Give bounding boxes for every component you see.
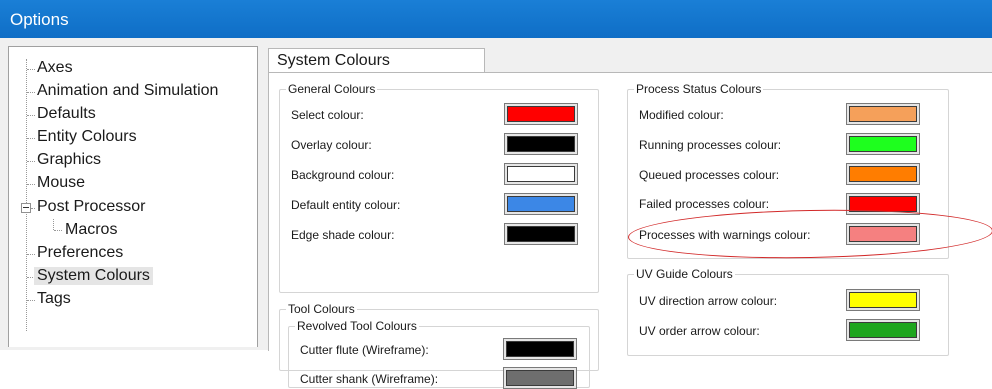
tool-colours-group: Tool Colours Revolved Tool Colours Cutte…: [279, 302, 599, 389]
tree-branch: [27, 92, 35, 93]
tree-item-animation-and-simulation[interactable]: Animation and Simulation: [37, 82, 218, 100]
queued-processes-colour-label: Queued processes colour:: [639, 168, 780, 182]
edge-shade-colour-button[interactable]: [504, 223, 578, 245]
colour-swatch: [506, 341, 574, 357]
tree-branch: [27, 69, 35, 70]
tree-branch: [27, 254, 35, 255]
colour-swatch: [506, 370, 574, 386]
cutter-flute-colour-button[interactable]: [503, 338, 577, 360]
tree-item-macros[interactable]: Macros: [65, 221, 117, 239]
window-title: Options: [10, 10, 69, 29]
tree-item-mouse[interactable]: Mouse: [37, 174, 85, 192]
title-bar: Options: [0, 0, 992, 38]
group-title: Tool Colours: [286, 302, 357, 316]
cutter-shank-colour-button[interactable]: [503, 367, 577, 389]
overlay-colour-label: Overlay colour:: [291, 138, 372, 152]
revolved-tool-colours-group: Revolved Tool Colours Cutter flute (Wire…: [288, 319, 590, 389]
tree-item-axes[interactable]: Axes: [37, 59, 73, 77]
tree-item-graphics[interactable]: Graphics: [37, 151, 101, 169]
default-entity-colour-label: Default entity colour:: [291, 198, 401, 212]
background-colour-label: Background colour:: [291, 168, 395, 182]
default-entity-colour-button[interactable]: [504, 193, 578, 215]
colour-swatch: [849, 136, 917, 152]
tree-item-post-processor[interactable]: Post Processor: [37, 198, 145, 216]
general-colours-group: General Colours Select colour: Overlay c…: [279, 82, 599, 293]
tree-item-system-colours[interactable]: System Colours: [34, 267, 153, 285]
tree-branch: [31, 208, 35, 209]
colour-swatch: [849, 166, 917, 182]
collapse-icon[interactable]: [21, 203, 31, 213]
tree-branch: [27, 138, 35, 139]
colour-swatch: [507, 136, 575, 152]
tree-branch: [27, 161, 35, 162]
running-processes-colour-label: Running processes colour:: [639, 138, 782, 152]
group-title: General Colours: [286, 82, 378, 96]
tab-label: System Colours: [277, 52, 390, 69]
tree-item-preferences[interactable]: Preferences: [37, 244, 123, 262]
tree-item-tags[interactable]: Tags: [37, 290, 71, 308]
overlay-colour-button[interactable]: [504, 133, 578, 155]
modified-colour-button[interactable]: [846, 103, 920, 125]
tree-branch: [54, 230, 62, 231]
group-title: Process Status Colours: [634, 82, 764, 96]
failed-processes-colour-label: Failed processes colour:: [639, 197, 770, 211]
tree-branch: [27, 300, 35, 301]
colour-swatch: [507, 106, 575, 122]
colour-swatch: [507, 166, 575, 182]
queued-processes-colour-button[interactable]: [846, 163, 920, 185]
group-title: UV Guide Colours: [634, 267, 735, 281]
options-tree[interactable]: Axes Animation and Simulation Defaults E…: [8, 46, 258, 347]
uv-order-arrow-colour-label: UV order arrow colour:: [639, 324, 760, 338]
tree-guide-line: [53, 219, 54, 230]
running-processes-colour-button[interactable]: [846, 133, 920, 155]
tree-guide-line: [26, 59, 27, 331]
tree-item-defaults[interactable]: Defaults: [37, 105, 96, 123]
cutter-flute-label: Cutter flute (Wireframe):: [300, 343, 429, 357]
uv-order-arrow-colour-button[interactable]: [846, 319, 920, 341]
uv-direction-arrow-colour-label: UV direction arrow colour:: [639, 294, 778, 308]
colour-swatch: [849, 292, 917, 308]
tree-item-entity-colours[interactable]: Entity Colours: [37, 128, 137, 146]
options-dialog: Axes Animation and Simulation Defaults E…: [0, 38, 992, 389]
colour-swatch: [507, 196, 575, 212]
tab-system-colours[interactable]: System Colours: [268, 48, 485, 73]
select-colour-label: Select colour:: [291, 108, 364, 122]
background-colour-button[interactable]: [504, 163, 578, 185]
modified-colour-label: Modified colour:: [639, 108, 724, 122]
colour-swatch: [849, 106, 917, 122]
edge-shade-colour-label: Edge shade colour:: [291, 228, 395, 242]
tree-branch: [27, 115, 35, 116]
colour-swatch: [507, 226, 575, 242]
tree-branch: [27, 184, 35, 185]
group-title: Revolved Tool Colours: [295, 319, 419, 333]
cutter-shank-label: Cutter shank (Wireframe):: [300, 372, 439, 386]
colour-swatch: [849, 322, 917, 338]
uv-direction-arrow-colour-button[interactable]: [846, 289, 920, 311]
uv-guide-colours-group: UV Guide Colours UV direction arrow colo…: [627, 267, 949, 356]
select-colour-button[interactable]: [504, 103, 578, 125]
